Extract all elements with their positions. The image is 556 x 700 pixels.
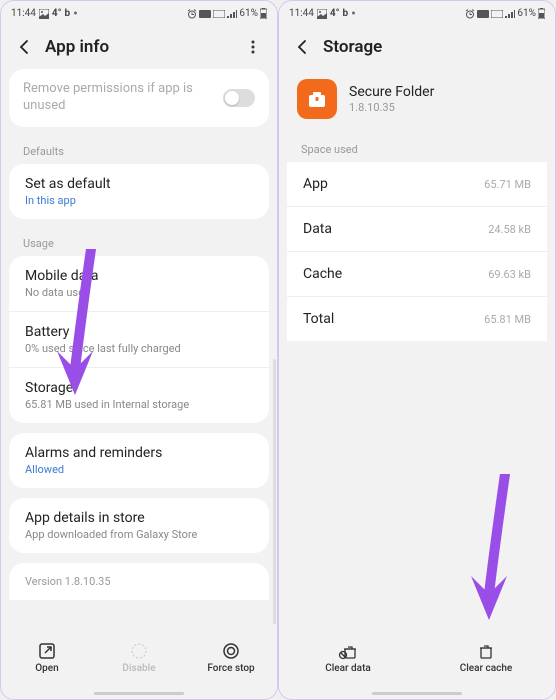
status-bar: 11:44 4° b • 61% — [1, 1, 277, 23]
storage-label: Storage — [25, 380, 253, 396]
section-usage: Usage — [1, 229, 277, 256]
app-version: 1.8.10.35 — [349, 101, 434, 114]
space-app-row: App 65.71 MB — [287, 162, 547, 207]
open-label: Open — [35, 663, 58, 674]
image-icon — [39, 9, 49, 19]
status-time: 11:44 — [289, 8, 314, 19]
volte-icon — [477, 10, 489, 18]
back-icon[interactable] — [293, 37, 313, 57]
set-default-row[interactable]: Set as default In this app — [9, 164, 269, 219]
section-defaults: Defaults — [1, 137, 277, 164]
status-temp: 4° — [330, 8, 340, 19]
battery-label: Battery — [25, 324, 253, 340]
space-data-value: 24.58 kB — [488, 223, 531, 236]
signal-icon — [227, 10, 237, 18]
status-battery: 61% — [517, 8, 536, 19]
header: Storage — [279, 23, 555, 69]
space-total-value: 65.81 MB — [484, 313, 531, 326]
disable-icon — [130, 642, 148, 660]
set-default-sub: In this app — [25, 194, 253, 207]
alarms-label: Alarms and reminders — [25, 445, 253, 461]
space-app-value: 65.71 MB — [484, 178, 531, 191]
app-header: Secure Folder 1.8.10.35 — [279, 69, 555, 135]
mobile-data-label: Mobile data — [25, 268, 253, 284]
alarms-sub: Allowed — [25, 463, 253, 476]
permissions-toggle[interactable] — [223, 89, 255, 107]
storage-sub: 65.81 MB used in Internal storage — [25, 398, 253, 411]
remove-permissions-row[interactable]: Remove permissions if app is unused — [9, 69, 269, 127]
status-brand: b — [65, 8, 71, 19]
space-cache-value: 69.63 kB — [488, 268, 531, 281]
clear-data-icon — [338, 642, 358, 660]
bottom-bar: Open Disable Force stop — [1, 624, 277, 692]
space-cache-row: Cache 69.63 kB — [287, 252, 547, 297]
page-title: Storage — [323, 37, 541, 57]
header: App info — [1, 23, 277, 69]
details-sub: App downloaded from Galaxy Store — [25, 528, 253, 541]
image-icon — [317, 9, 327, 19]
force-stop-label: Force stop — [207, 663, 254, 674]
page-title: App info — [45, 37, 243, 57]
nav-pill[interactable] — [94, 692, 184, 695]
force-stop-icon — [222, 642, 240, 660]
battery-sub: 0% used since last fully charged — [25, 342, 253, 355]
storage-row[interactable]: Storage 65.81 MB used in Internal storag… — [9, 368, 269, 423]
open-icon — [38, 642, 56, 660]
volte-icon — [199, 10, 211, 18]
battery-row[interactable]: Battery 0% used since last fully charged — [9, 312, 269, 368]
signal-icon — [505, 10, 515, 18]
space-total-label: Total — [303, 311, 334, 327]
version-row: Version 1.8.10.35 — [9, 563, 269, 600]
details-label: App details in store — [25, 510, 253, 526]
remove-permissions-label: Remove permissions if app is unused — [23, 81, 223, 115]
open-button[interactable]: Open — [1, 624, 93, 692]
status-brand: b — [343, 8, 349, 19]
alarms-row[interactable]: Alarms and reminders Allowed — [9, 433, 269, 488]
space-app-label: App — [303, 176, 328, 192]
clear-cache-button[interactable]: Clear cache — [417, 624, 555, 692]
status-battery: 61% — [239, 8, 258, 19]
battery-icon — [260, 8, 267, 19]
space-total-row: Total 65.81 MB — [287, 297, 547, 341]
mobile-data-sub: No data used — [25, 286, 253, 299]
alarm-icon — [187, 9, 197, 19]
bottom-bar: Clear data Clear cache — [279, 624, 555, 692]
lte-icon — [213, 10, 225, 18]
status-bar: 11:44 4° b • 61% — [279, 1, 555, 23]
space-data-label: Data — [303, 221, 332, 237]
disable-button: Disable — [93, 624, 185, 692]
disable-label: Disable — [122, 663, 155, 674]
status-time: 11:44 — [11, 8, 36, 19]
annotation-arrow-icon — [465, 474, 525, 634]
alarm-icon — [465, 9, 475, 19]
app-icon — [297, 79, 337, 119]
clear-cache-label: Clear cache — [460, 663, 513, 674]
scrollbar[interactable] — [273, 359, 276, 624]
clear-cache-icon — [477, 642, 495, 660]
app-name: Secure Folder — [349, 84, 434, 100]
status-temp: 4° — [52, 8, 62, 19]
more-icon[interactable] — [243, 37, 263, 57]
lte-icon — [491, 10, 503, 18]
mobile-data-row[interactable]: Mobile data No data used — [9, 256, 269, 312]
space-cache-label: Cache — [303, 266, 342, 282]
section-space-used: Space used — [279, 135, 555, 162]
space-data-row: Data 24.58 kB — [287, 207, 547, 252]
clear-data-button[interactable]: Clear data — [279, 624, 417, 692]
clear-data-label: Clear data — [325, 663, 371, 674]
nav-pill[interactable] — [372, 692, 462, 695]
set-default-label: Set as default — [25, 176, 253, 192]
battery-icon — [538, 8, 545, 19]
app-details-row[interactable]: App details in store App downloaded from… — [9, 498, 269, 553]
back-icon[interactable] — [15, 37, 35, 57]
force-stop-button[interactable]: Force stop — [185, 624, 277, 692]
